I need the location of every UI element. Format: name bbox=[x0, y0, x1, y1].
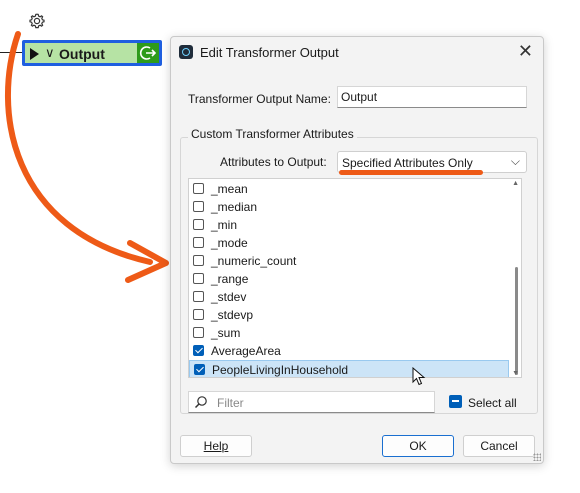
output-name-input[interactable]: Output bbox=[337, 86, 527, 108]
attribute-checkbox[interactable] bbox=[193, 219, 204, 230]
attribute-checkbox[interactable] bbox=[193, 309, 204, 320]
list-item[interactable]: AverageArea bbox=[189, 342, 509, 360]
attribute-checkbox[interactable] bbox=[193, 201, 204, 212]
scroll-up-icon[interactable]: ▲ bbox=[512, 180, 519, 187]
list-item[interactable]: _mean bbox=[189, 180, 509, 198]
scrollbar-thumb[interactable] bbox=[515, 267, 518, 375]
list-item[interactable]: _stdevp bbox=[189, 306, 509, 324]
filter-placeholder: Filter bbox=[217, 396, 244, 410]
attribute-name: _numeric_count bbox=[211, 254, 297, 268]
attribute-name: _mode bbox=[211, 236, 248, 250]
mouse-cursor-icon bbox=[412, 367, 426, 386]
help-button[interactable]: Help bbox=[180, 435, 252, 457]
node-label: Output bbox=[59, 46, 105, 62]
attributes-to-output-label: Attributes to Output: bbox=[220, 155, 327, 169]
list-item[interactable]: PeopleLivingInHousehold bbox=[189, 360, 509, 377]
attribute-name: AverageArea bbox=[211, 344, 281, 358]
list-item[interactable]: _median bbox=[189, 198, 509, 216]
connection-line bbox=[0, 52, 22, 53]
attribute-name: _min bbox=[211, 218, 238, 232]
select-all-label[interactable]: Select all bbox=[468, 396, 517, 410]
attribute-name: _range bbox=[211, 272, 249, 286]
scroll-down-icon[interactable]: ▼ bbox=[512, 370, 519, 377]
gear-icon[interactable] bbox=[27, 11, 47, 31]
attribute-checkbox[interactable] bbox=[193, 255, 204, 266]
attribute-list[interactable]: ▲ ▼ _mean _median _min _mode _numeric_count _… bbox=[188, 178, 522, 378]
list-item[interactable]: _numeric_count bbox=[189, 252, 509, 270]
attribute-checkbox[interactable] bbox=[193, 273, 204, 284]
attribute-name: _median bbox=[211, 200, 258, 214]
edit-transformer-output-dialog: Edit Transformer Output ✕ Transformer Ou… bbox=[170, 36, 544, 464]
list-item[interactable]: _stdev bbox=[189, 288, 509, 306]
close-icon[interactable]: ✕ bbox=[518, 41, 533, 62]
list-item[interactable]: _min bbox=[189, 216, 509, 234]
output-node[interactable]: ∨ Output bbox=[22, 40, 162, 66]
search-icon bbox=[194, 396, 207, 409]
resize-grip[interactable] bbox=[533, 453, 541, 461]
list-item[interactable]: _mode bbox=[189, 234, 509, 252]
list-item[interactable]: _sum bbox=[189, 324, 509, 342]
ok-button[interactable]: OK bbox=[382, 435, 454, 457]
group-title: Custom Transformer Attributes bbox=[188, 127, 357, 141]
attribute-checkbox[interactable] bbox=[193, 291, 204, 302]
list-item[interactable]: _range bbox=[189, 270, 509, 288]
help-label: Help bbox=[203, 439, 229, 453]
attribute-name: _sum bbox=[211, 326, 241, 340]
select-all-checkbox[interactable] bbox=[449, 395, 462, 408]
attribute-name: PeopleLivingInHousehold bbox=[212, 363, 349, 377]
output-name-label: Transformer Output Name: bbox=[188, 92, 331, 106]
attribute-name: _mean bbox=[211, 182, 248, 196]
attribute-checkbox[interactable] bbox=[193, 345, 204, 356]
filter-input[interactable]: Filter bbox=[188, 391, 435, 413]
attribute-name: _stdev bbox=[211, 290, 247, 304]
attribute-name: _stdevp bbox=[211, 308, 254, 322]
annotation-underline bbox=[339, 170, 483, 175]
attribute-checkbox[interactable] bbox=[193, 183, 204, 194]
play-icon[interactable] bbox=[30, 48, 39, 60]
attribute-checkbox[interactable] bbox=[194, 364, 205, 375]
app-icon bbox=[179, 45, 193, 59]
dialog-title: Edit Transformer Output bbox=[200, 45, 339, 60]
attribute-checkbox[interactable] bbox=[193, 237, 204, 248]
cancel-button[interactable]: Cancel bbox=[463, 435, 535, 457]
connector-icon[interactable] bbox=[137, 43, 159, 63]
attribute-checkbox[interactable] bbox=[193, 327, 204, 338]
chevron-down-icon[interactable]: ∨ bbox=[45, 45, 55, 61]
select-value: Specified Attributes Only bbox=[342, 156, 473, 170]
dropdown-chevron-icon: ⌵ bbox=[510, 154, 520, 168]
